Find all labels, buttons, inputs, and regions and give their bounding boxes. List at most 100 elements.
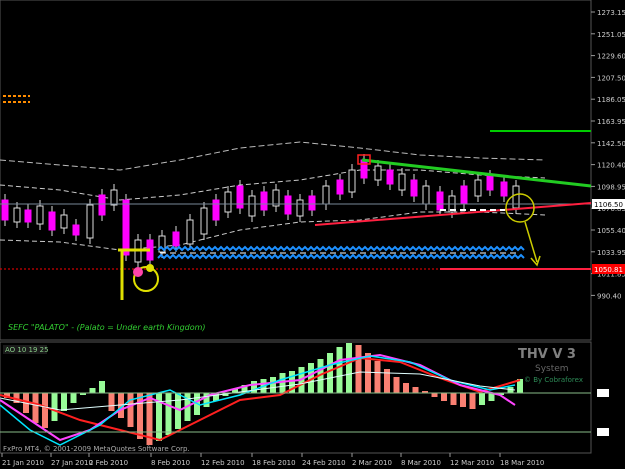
histogram-bar — [412, 387, 419, 393]
time-tick-label: 2 Feb 2010 — [89, 459, 128, 467]
price-tick-label: 1142.50 — [597, 140, 625, 148]
price-tick-label: 990.40 — [597, 292, 622, 300]
time-tick-label: 18 Feb 2010 — [252, 459, 296, 467]
candle — [386, 169, 394, 185]
time-tick-label: 24 Feb 2010 — [302, 459, 346, 467]
price-axis: 1273.15 1251.05 1229.60 1207.50 1186.05 1163.… — [591, 9, 625, 436]
price-tick-label: 1120.40 — [597, 162, 625, 170]
histogram-bar — [99, 381, 105, 393]
histogram-bar — [89, 388, 96, 393]
candle — [260, 191, 268, 211]
candle — [24, 209, 32, 223]
histogram-bar — [431, 393, 438, 397]
thv-credit: © By Cobraforex — [524, 376, 583, 384]
candle — [422, 185, 430, 205]
time-tick-label: 12 Mar 2010 — [450, 459, 494, 467]
candle — [186, 219, 194, 245]
support-price-label: 1050.81 — [594, 266, 623, 274]
time-tick-label: 27 Jan 2010 — [51, 459, 93, 467]
time-tick-label: 18 Mar 2010 — [500, 459, 544, 467]
candle — [36, 205, 44, 225]
candle — [374, 165, 382, 181]
histogram-bar — [469, 393, 476, 409]
price-tick-label: 1098.95 — [597, 183, 625, 191]
histogram-bar — [479, 393, 485, 405]
palato-annotation: SEFC "PALATO" - (Palato = Under earth Ki… — [8, 323, 206, 332]
candle — [1, 199, 9, 221]
candle — [212, 199, 220, 221]
candle — [348, 169, 356, 193]
indicator-level-badge — [597, 389, 609, 397]
histogram-bar — [336, 347, 343, 393]
time-axis: 21 Jan 2010 27 Jan 20102 Feb 2010 8 Feb 20… — [1, 453, 544, 467]
histogram-bar — [61, 393, 67, 411]
candle — [296, 199, 304, 217]
candle — [248, 195, 256, 217]
candle — [172, 231, 180, 247]
candle — [224, 191, 232, 213]
candle — [86, 204, 94, 239]
price-tick-label: 1251.05 — [597, 31, 625, 39]
time-tick-label: 8 Mar 2010 — [401, 459, 441, 467]
price-tick-label: 1229.60 — [597, 53, 625, 61]
candle — [13, 207, 21, 223]
chart-canvas[interactable]: 1273.15 1251.05 1229.60 1207.50 1186.05 1163.… — [0, 0, 625, 469]
price-tick-label: 1163.95 — [597, 118, 625, 126]
time-tick-label: 21 Jan 2010 — [2, 459, 44, 467]
candle — [308, 195, 316, 211]
candle — [336, 179, 344, 195]
histogram-bar — [270, 377, 276, 393]
candle — [72, 224, 80, 236]
candle — [200, 207, 208, 235]
candle — [60, 214, 68, 229]
thv-title: THV V 3 — [518, 347, 576, 362]
time-tick-label: 8 Feb 2010 — [151, 459, 190, 467]
histogram-bar — [450, 393, 457, 405]
candle — [486, 175, 494, 191]
candle — [110, 189, 118, 206]
histogram-bar — [127, 393, 134, 427]
histogram-bar — [346, 343, 352, 393]
main-price-panel[interactable] — [0, 0, 592, 341]
indicator-label: AO 10 19 25 — [5, 346, 49, 354]
candle — [284, 195, 292, 215]
current-price-label: 1106.50 — [594, 201, 623, 209]
candle — [500, 181, 508, 197]
indicator-level-badge — [597, 428, 609, 436]
histogram-bar — [51, 393, 58, 421]
histogram-bar — [32, 393, 39, 423]
time-tick-label: 2 Mar 2010 — [352, 459, 392, 467]
candle — [410, 179, 418, 197]
candle — [512, 185, 520, 209]
histogram-bar — [460, 393, 466, 407]
price-tick-label: 1186.05 — [597, 96, 625, 104]
histogram-bar — [70, 393, 77, 403]
histogram-bar — [327, 353, 333, 393]
candle — [48, 211, 56, 231]
histogram-bar — [165, 393, 172, 435]
candle — [436, 191, 444, 211]
candle — [98, 194, 106, 216]
price-tick-label: 1033.95 — [597, 249, 625, 257]
candle — [122, 199, 130, 256]
candle — [360, 159, 368, 179]
histogram-bar — [279, 373, 286, 393]
price-tick-label: 1055.40 — [597, 227, 625, 235]
histogram-bar — [355, 345, 362, 393]
histogram-bar — [108, 393, 115, 411]
candle — [398, 173, 406, 191]
time-tick-label: 12 Feb 2010 — [201, 459, 245, 467]
candle — [236, 185, 244, 209]
copyright-text: FxPro MT4, © 2001-2009 MetaQuotes Softwa… — [3, 445, 190, 453]
price-tick-label: 1273.15 — [597, 9, 625, 17]
candle — [474, 179, 482, 197]
price-tick-label: 1207.50 — [597, 74, 625, 82]
histogram-bar — [374, 361, 381, 393]
thv-subtitle: System — [535, 364, 569, 374]
histogram-bar — [403, 383, 409, 393]
histogram-bar — [42, 393, 48, 428]
candle — [322, 185, 330, 205]
candle — [460, 185, 468, 205]
histogram-bar — [393, 377, 400, 393]
histogram-bar — [441, 393, 447, 401]
